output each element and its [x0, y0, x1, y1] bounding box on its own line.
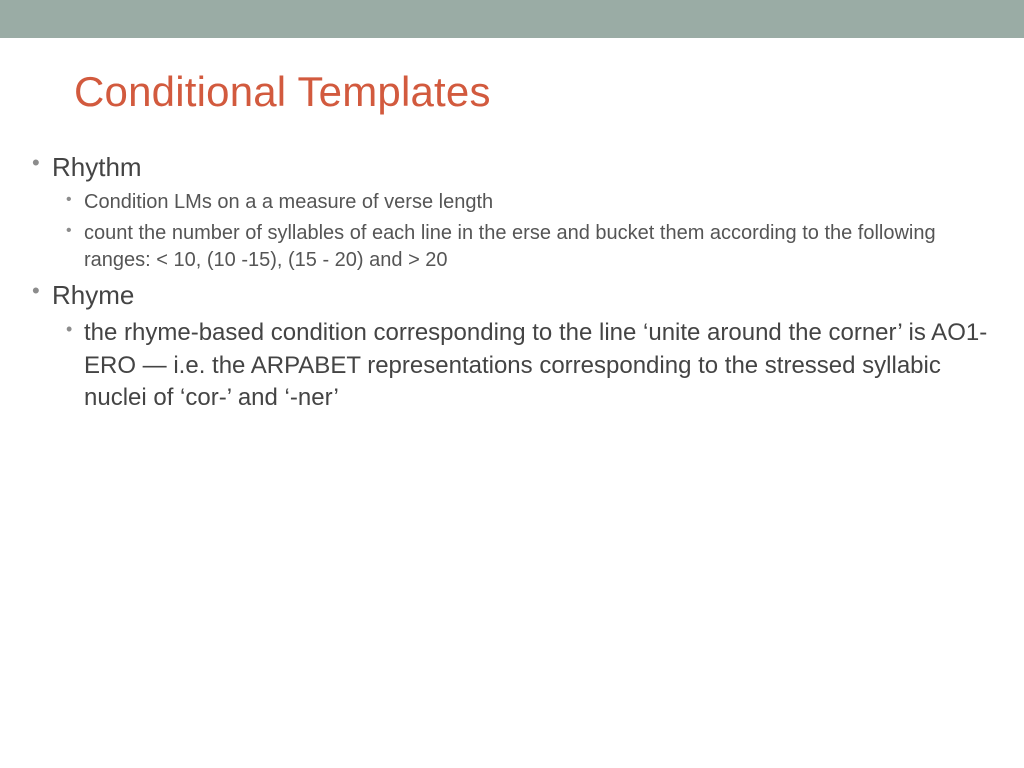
list-item: Condition LMs on a a measure of verse le…: [66, 189, 994, 216]
slide-title: Conditional Templates: [74, 68, 994, 116]
list-item: Rhythm Condition LMs on a a measure of v…: [30, 150, 994, 274]
bullet-label: Rhythm: [52, 152, 142, 182]
list-item: the rhyme-based condition corresponding …: [66, 317, 994, 414]
slide-content: Conditional Templates Rhythm Condition L…: [0, 38, 1024, 414]
bullet-list: Rhythm Condition LMs on a a measure of v…: [30, 150, 994, 414]
sub-list: the rhyme-based condition corresponding …: [66, 317, 994, 414]
bullet-label: Rhyme: [52, 280, 134, 310]
header-bar: [0, 0, 1024, 38]
sub-list: Condition LMs on a a measure of verse le…: [66, 189, 994, 274]
slide: Conditional Templates Rhythm Condition L…: [0, 0, 1024, 768]
list-item: count the number of syllables of each li…: [66, 220, 994, 274]
bullet-label: Condition LMs on a a measure of verse le…: [84, 191, 493, 213]
bullet-label: count the number of syllables of each li…: [84, 222, 936, 271]
list-item: Rhyme the rhyme-based condition correspo…: [30, 278, 994, 414]
bullet-label: the rhyme-based condition corresponding …: [84, 319, 987, 411]
